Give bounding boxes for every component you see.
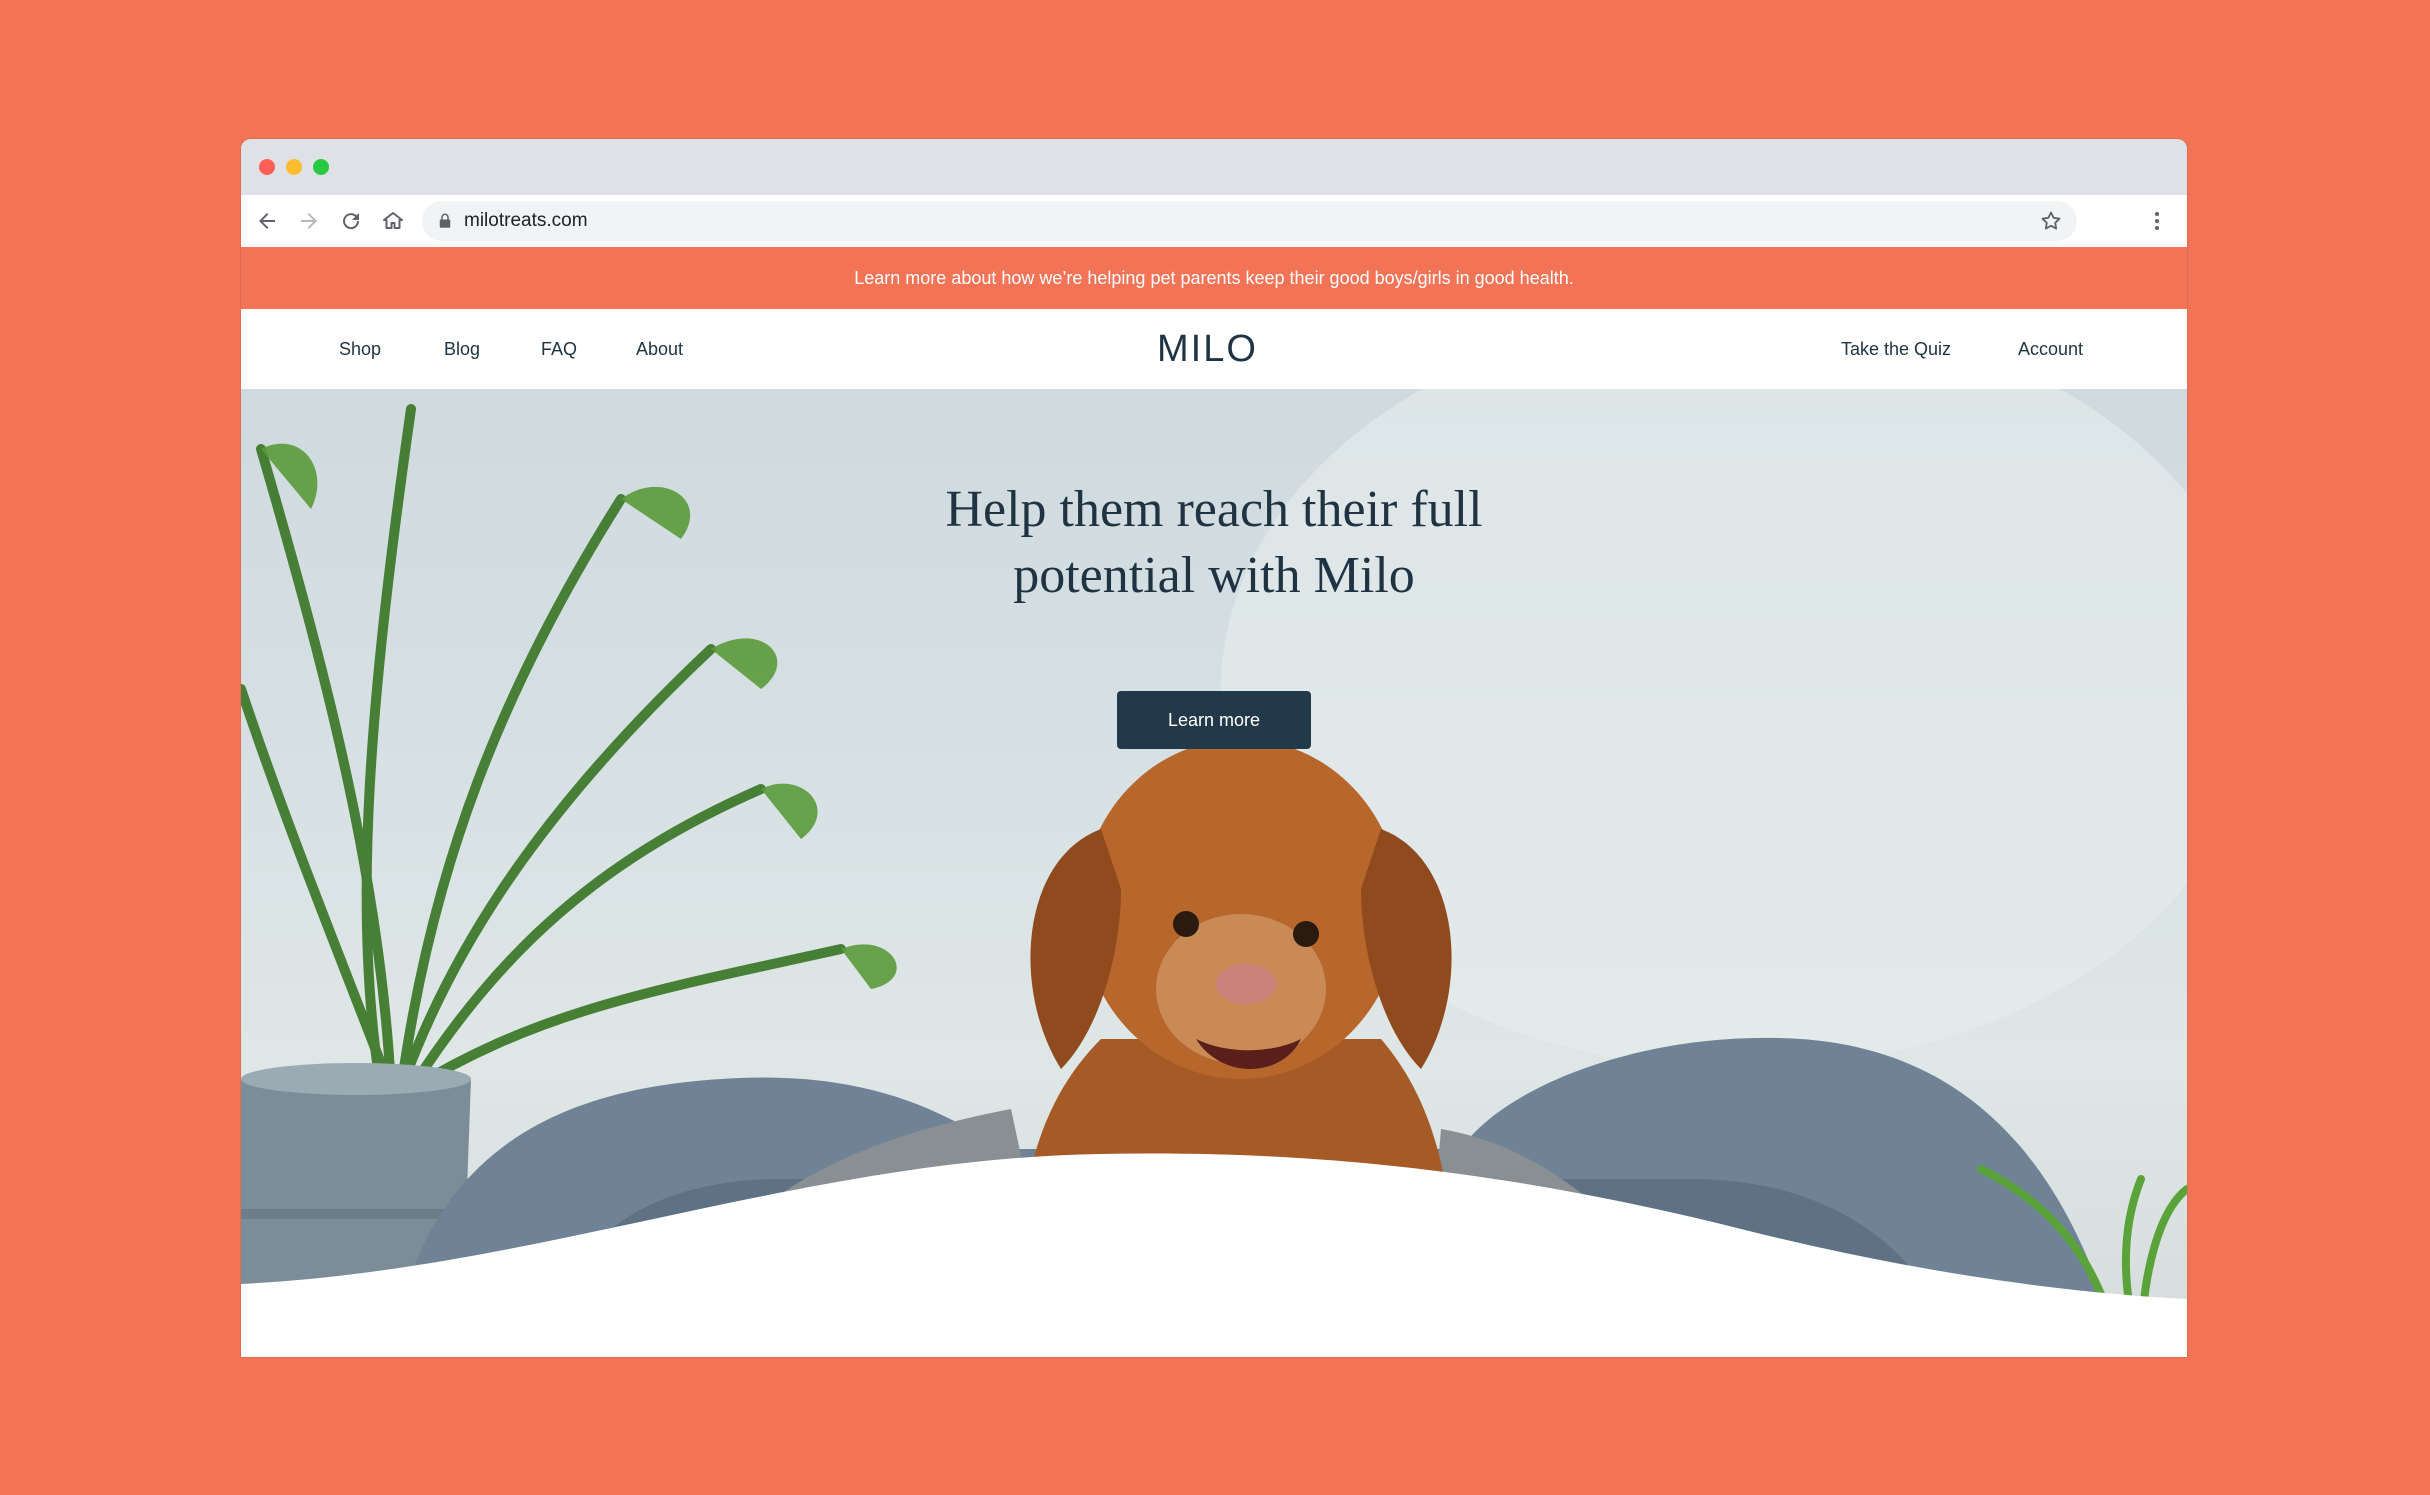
site-logo[interactable]: MILO xyxy=(1157,329,1258,369)
nav-link-shop[interactable]: Shop xyxy=(339,337,381,361)
bookmark-star-icon[interactable] xyxy=(2039,209,2063,233)
nav-link-about[interactable]: About xyxy=(636,337,683,361)
forward-arrow-icon[interactable] xyxy=(297,209,321,233)
home-icon[interactable] xyxy=(381,209,405,233)
announcement-bar[interactable]: Learn more about how we’re helping pet p… xyxy=(241,247,2187,309)
hero-title-line-2: potential with Milo xyxy=(1013,547,1415,604)
nav-link-account[interactable]: Account xyxy=(2018,337,2083,361)
address-bar[interactable]: milotreats.com xyxy=(422,201,2077,241)
minimize-window-icon[interactable] xyxy=(286,159,302,175)
browser-titlebar xyxy=(241,139,2187,195)
back-arrow-icon[interactable] xyxy=(255,209,279,233)
announcement-text[interactable]: Learn more about how we’re helping pet p… xyxy=(854,268,1573,288)
learn-more-button[interactable]: Learn more xyxy=(1117,691,1311,749)
browser-toolbar: milotreats.com xyxy=(241,195,2187,248)
maximize-window-icon[interactable] xyxy=(313,159,329,175)
close-window-icon[interactable] xyxy=(259,159,275,175)
nav-link-take-the-quiz[interactable]: Take the Quiz xyxy=(1841,337,1951,361)
lock-icon xyxy=(436,212,454,230)
reload-icon[interactable] xyxy=(339,209,363,233)
nav-link-blog[interactable]: Blog xyxy=(444,337,480,361)
hero-section: Help them reach their full potential wit… xyxy=(241,389,2187,1357)
site-navigation: Shop Blog FAQ About MILO Take the Quiz A… xyxy=(241,309,2187,390)
nav-link-faq[interactable]: FAQ xyxy=(541,337,577,361)
url-text: milotreats.com xyxy=(464,210,588,231)
hero-title-line-1: Help them reach their full xyxy=(945,481,1483,538)
more-menu-icon[interactable] xyxy=(2145,209,2169,233)
website-viewport: Learn more about how we’re helping pet p… xyxy=(241,247,2187,1357)
browser-window: milotreats.com Learn more about how we’r… xyxy=(241,139,2187,1357)
hero-title: Help them reach their full potential wit… xyxy=(841,477,1587,609)
